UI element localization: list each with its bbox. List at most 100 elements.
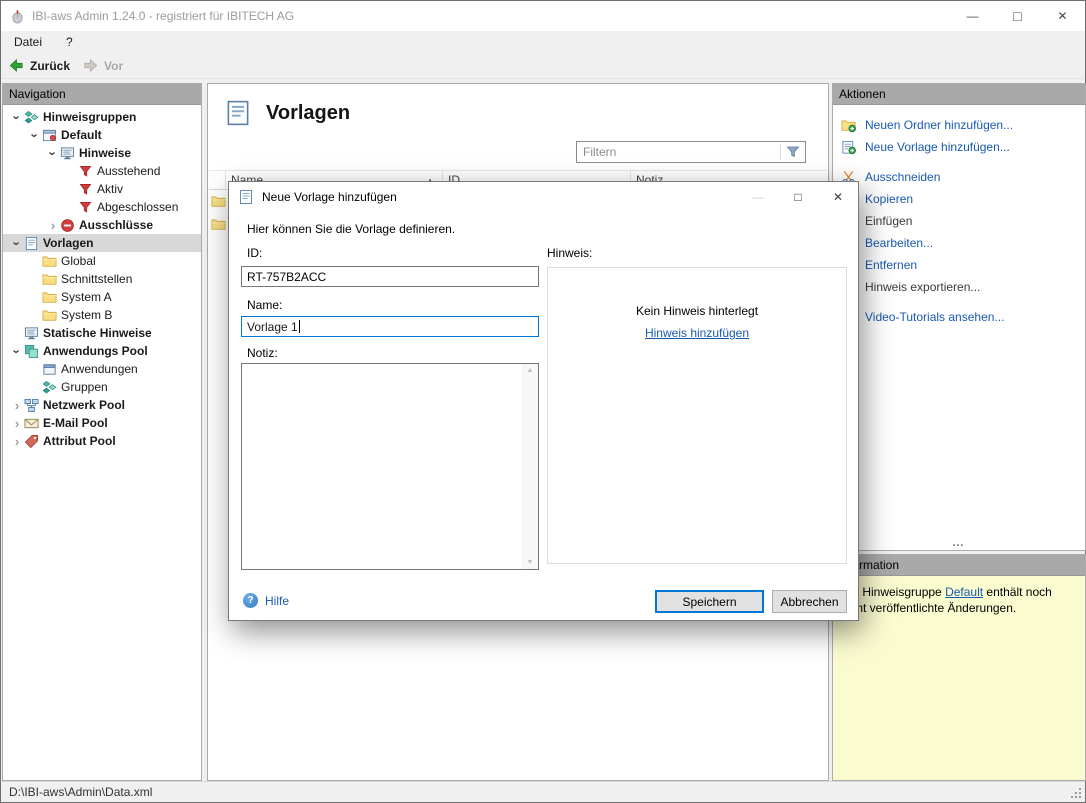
maximize-button[interactable]: □ — [995, 1, 1040, 31]
chevron-right-icon[interactable] — [46, 219, 60, 232]
save-button[interactable]: Speichern — [655, 590, 764, 613]
tree-item-hinweisgruppen[interactable]: Hinweisgruppen — [3, 108, 201, 126]
tree-item-global[interactable]: Global — [3, 252, 201, 270]
tree-item-label: Statische Hinweise — [43, 326, 152, 340]
tree-item-label: System A — [61, 290, 112, 304]
tree-item-gruppen[interactable]: Gruppen — [3, 378, 201, 396]
folder-icon — [42, 290, 57, 305]
chevron-right-icon[interactable] — [10, 417, 24, 430]
tree-item-abgeschlossen[interactable]: Abgeschlossen — [3, 198, 201, 216]
tree-item-label: Attribut Pool — [43, 434, 116, 448]
help-icon: ? — [243, 593, 258, 608]
action-paste: Einfügen — [833, 210, 1085, 232]
page-title: Vorlagen — [266, 102, 350, 125]
tree-item-ausstehend[interactable]: Ausstehend — [3, 162, 201, 180]
menu-help[interactable]: ? — [66, 35, 73, 49]
help-link[interactable]: ? Hilfe — [243, 593, 289, 608]
navigation-header: Navigation — [3, 84, 201, 105]
dialog-close-button[interactable]: ✕ — [818, 182, 858, 212]
filter-funnel-icon[interactable] — [785, 144, 801, 160]
new-template-icon — [841, 140, 856, 155]
chevron-down-icon[interactable] — [10, 111, 24, 124]
tree-item-aktiv[interactable]: Aktiv — [3, 180, 201, 198]
action-label: Video-Tutorials ansehen... — [865, 310, 1004, 324]
id-input[interactable] — [241, 266, 539, 287]
tree-item-label: Global — [61, 254, 96, 268]
mail-icon — [24, 416, 39, 431]
dialog-titlebar: Neue Vorlage hinzufügen — □ ✕ — [229, 182, 858, 212]
tree-item-label: E-Mail Pool — [43, 416, 108, 430]
page-title-row: Vorlagen — [224, 99, 350, 127]
tree-item-system-a[interactable]: System A — [3, 288, 201, 306]
action-cut[interactable]: Ausschneiden — [833, 166, 1085, 188]
default-group-link[interactable]: Default — [945, 585, 983, 599]
chevron-right-icon[interactable] — [10, 399, 24, 412]
notiz-textarea[interactable]: ▲ ▼ — [241, 363, 539, 570]
action-remove[interactable]: Entfernen — [833, 254, 1085, 276]
tree-item-vorlagen[interactable]: Vorlagen — [3, 234, 201, 252]
tree-item-attribut-pool[interactable]: Attribut Pool — [3, 432, 201, 450]
action-label: Einfügen — [865, 214, 912, 228]
dialog-maximize-button[interactable]: □ — [778, 182, 818, 212]
navigation-tree: Hinweisgruppen Default Hinweise Ausstehe… — [3, 105, 201, 450]
tree-item-label: Default — [61, 128, 102, 142]
chevron-down-icon[interactable] — [28, 129, 42, 142]
menu-datei[interactable]: Datei — [14, 35, 42, 49]
chevron-down-icon[interactable] — [10, 345, 24, 358]
tree-item-schnittstellen[interactable]: Schnittstellen — [3, 270, 201, 288]
group-icon — [24, 110, 39, 125]
folder-icon — [42, 308, 57, 323]
window-controls: — □ ✕ — [950, 1, 1085, 31]
filter-box — [576, 141, 806, 163]
tree-item-label: Abgeschlossen — [97, 200, 178, 214]
monitor-icon — [24, 326, 39, 341]
cancel-button[interactable]: Abbrechen — [772, 590, 847, 613]
action-copy[interactable]: Kopieren — [833, 188, 1085, 210]
tree-item-anwendungen[interactable]: Anwendungen — [3, 360, 201, 378]
actions-overflow[interactable]: … — [833, 535, 1085, 549]
app-logo-icon — [10, 9, 25, 24]
chevron-down-icon[interactable] — [46, 147, 60, 160]
tree-item-email-pool[interactable]: E-Mail Pool — [3, 414, 201, 432]
action-video-tutorials[interactable]: Video-Tutorials ansehen... — [833, 306, 1085, 328]
chevron-right-icon[interactable] — [10, 435, 24, 448]
action-label: Ausschneiden — [865, 170, 940, 184]
name-label: Name: — [247, 298, 282, 312]
action-edit[interactable]: Bearbeiten... — [833, 232, 1085, 254]
tree-item-system-b[interactable]: System B — [3, 306, 201, 324]
scroll-up-icon: ▲ — [527, 367, 534, 374]
status-bar: D:\IBI-aws\Admin\Data.xml — [1, 781, 1085, 802]
new-folder-icon — [841, 118, 856, 133]
tree-item-default[interactable]: Default — [3, 126, 201, 144]
action-label: Hinweis exportieren... — [865, 280, 980, 294]
information-panel: Information Die Hinweisgruppe Default en… — [832, 554, 1086, 781]
tree-item-hinweise[interactable]: Hinweise — [3, 144, 201, 162]
hinweis-add-link[interactable]: Hinweis hinzufügen — [645, 326, 749, 340]
tree-item-statische-hinweise[interactable]: Statische Hinweise — [3, 324, 201, 342]
tree-item-netzwerk-pool[interactable]: Netzwerk Pool — [3, 396, 201, 414]
minimize-button[interactable]: — — [950, 1, 995, 31]
new-template-dialog: Neue Vorlage hinzufügen — □ ✕ Hier könne… — [228, 181, 859, 621]
action-new-folder[interactable]: Neuen Ordner hinzufügen... — [833, 114, 1085, 136]
tree-item-label: Schnittstellen — [61, 272, 132, 286]
column-header-icon[interactable] — [209, 171, 226, 189]
resize-grip-icon[interactable] — [1069, 786, 1082, 799]
forward-arrow-icon — [82, 57, 99, 74]
forward-button: Vor — [82, 57, 123, 74]
name-input[interactable]: Vorlage 1 — [241, 316, 539, 337]
navigation-panel: Navigation Hinweisgruppen Default Hinwei… — [2, 83, 202, 781]
action-new-template[interactable]: Neue Vorlage hinzufügen... — [833, 136, 1085, 158]
close-button[interactable]: ✕ — [1040, 1, 1085, 31]
actions-list: Neuen Ordner hinzufügen... Neue Vorlage … — [833, 105, 1085, 328]
action-export-hinweis: Hinweis exportieren... — [833, 276, 1085, 298]
template-icon — [238, 189, 254, 205]
tree-item-anwendungs-pool[interactable]: Anwendungs Pool — [3, 342, 201, 360]
action-label: Bearbeiten... — [865, 236, 933, 250]
tree-item-ausschluesse[interactable]: Ausschlüsse — [3, 216, 201, 234]
filter-input[interactable] — [577, 145, 780, 159]
back-button[interactable]: Zurück — [8, 57, 70, 74]
dialog-title: Neue Vorlage hinzufügen — [262, 190, 397, 204]
chevron-down-icon[interactable] — [10, 237, 24, 250]
window-title: IBI-aws Admin 1.24.0 - registriert für I… — [32, 9, 294, 23]
help-label: Hilfe — [265, 594, 289, 608]
